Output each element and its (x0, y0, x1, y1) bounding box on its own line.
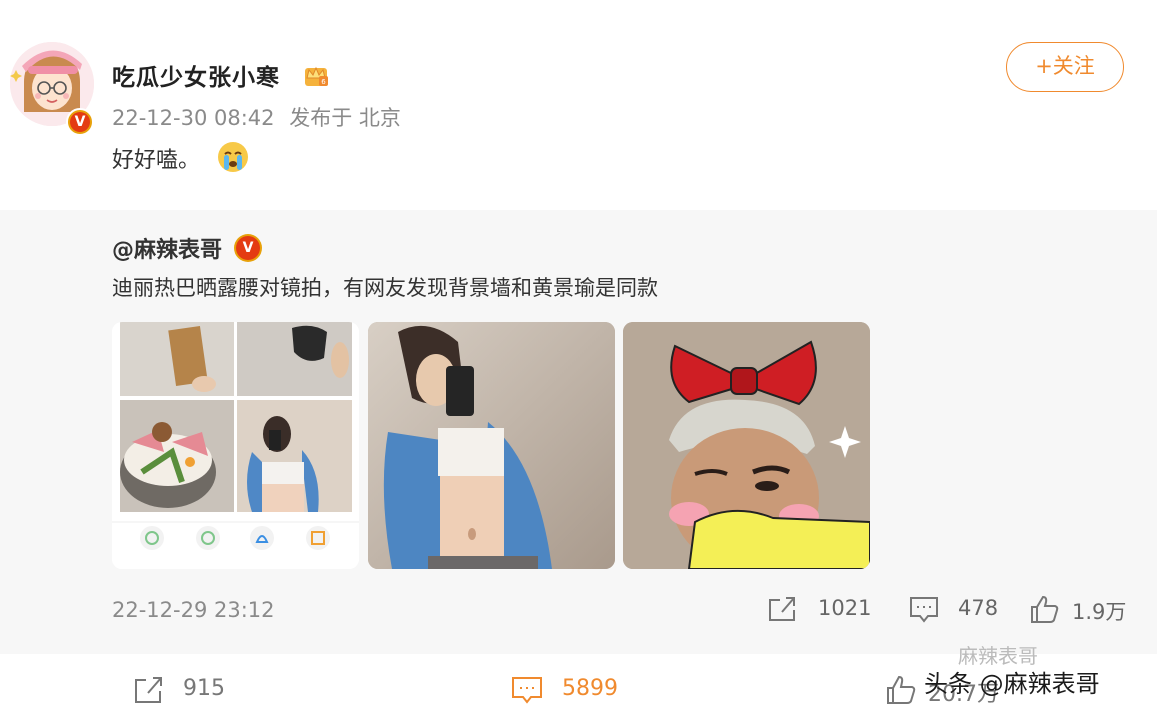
collage-image[interactable] (112, 322, 359, 569)
post-location: 发布于 北京 (289, 106, 401, 130)
repost-verified-badge: V (234, 234, 262, 262)
follow-button[interactable]: +关注 (1006, 42, 1124, 92)
post-content: 好好嗑。 (112, 148, 201, 173)
post-card: V 吃瓜少女张小寒 6 22-12-30 08:42 发布于 北京 好好嗑。 +… (0, 0, 1157, 210)
comment-icon[interactable] (908, 594, 940, 624)
post-date[interactable]: 22-12-30 08:42 (112, 106, 275, 130)
share-count[interactable]: 915 (183, 676, 225, 701)
mirror-selfie-image[interactable] (368, 322, 615, 569)
crying-emoji-icon (218, 142, 248, 172)
repost-text[interactable]: 迪丽热巴晒露腰对镜拍，有网友发现背景墙和黄景瑜是同款 (112, 272, 658, 302)
verified-badge: V (66, 108, 94, 136)
repost-username[interactable]: @麻辣表哥 (112, 232, 222, 264)
like-icon[interactable] (884, 674, 918, 706)
share-icon[interactable] (132, 674, 166, 706)
toutiao-watermark: 头条 @麻辣表哥 (924, 670, 1100, 698)
svg-text:6: 6 (321, 78, 326, 86)
share-icon[interactable] (766, 594, 798, 624)
post-meta: 22-12-30 08:42 发布于 北京 (112, 102, 401, 132)
repost-like-count[interactable]: 1.9万 (1072, 596, 1126, 626)
post-username[interactable]: 吃瓜少女张小寒 (112, 58, 280, 92)
comment-icon[interactable] (510, 674, 544, 706)
like-icon[interactable] (1028, 594, 1060, 624)
repost-comment-count[interactable]: 478 (958, 596, 998, 620)
crown-icon: 6 (305, 66, 328, 86)
bow-selfie-image[interactable] (623, 322, 870, 569)
repost-share-count[interactable]: 1021 (818, 596, 871, 620)
repost-card[interactable]: @麻辣表哥 V 迪丽热巴晒露腰对镜拍，有网友发现背景墙和黄景瑜是同款 22-12… (0, 210, 1157, 654)
repost-date[interactable]: 22-12-29 23:12 (112, 598, 275, 622)
comment-count[interactable]: 5899 (562, 676, 618, 701)
